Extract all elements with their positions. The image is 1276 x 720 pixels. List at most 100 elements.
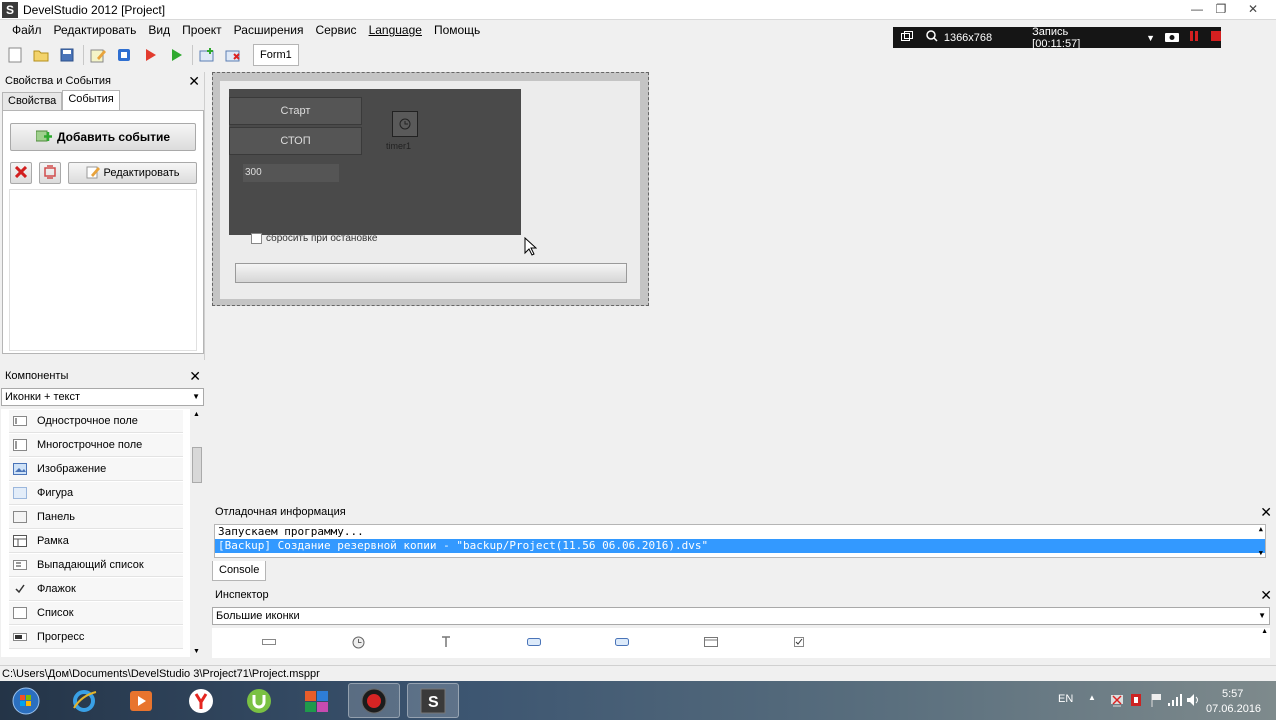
inspector-view-select[interactable]: Большие иконки ▼ — [212, 607, 1270, 625]
delete-event-button[interactable] — [10, 162, 32, 184]
scrollbar-thumb[interactable] — [192, 447, 202, 483]
debug-log[interactable]: Запускаем программу... [Backup] Создание… — [214, 524, 1266, 558]
stop-square-icon[interactable] — [114, 45, 134, 65]
scroll-down-icon[interactable]: ▼ — [1259, 549, 1263, 557]
tab-console[interactable]: Console — [212, 561, 267, 581]
form-client-area[interactable]: Старт СТОП 300 timer1 сбросить при остан… — [220, 81, 640, 299]
window-mode-icon[interactable] — [901, 31, 914, 44]
edit-form-icon[interactable] — [88, 45, 108, 65]
run-green-icon[interactable] — [166, 45, 186, 65]
components-view-select[interactable]: Иконки + текст ▼ — [1, 388, 204, 406]
component-item-listbox[interactable]: Список — [9, 602, 183, 625]
add-form-icon[interactable] — [197, 45, 217, 65]
antivirus-icon[interactable] — [1130, 693, 1142, 710]
component-item-image[interactable]: Изображение — [9, 458, 183, 481]
close-window-button[interactable]: ✕ — [1240, 0, 1266, 18]
media-player-icon[interactable] — [115, 683, 167, 718]
chevron-down-icon[interactable]: ▼ — [1146, 33, 1155, 43]
menu-service[interactable]: Сервис — [309, 20, 362, 40]
menu-edit[interactable]: Редактировать — [48, 20, 143, 40]
stop-record-icon[interactable] — [1211, 31, 1221, 44]
volume-icon[interactable] — [1186, 693, 1200, 710]
tab-form1[interactable]: Form1 — [253, 44, 299, 66]
camera-icon[interactable] — [1165, 31, 1179, 45]
edit-field-icon[interactable] — [262, 635, 276, 649]
pause-icon[interactable] — [1189, 31, 1199, 44]
events-list[interactable] — [9, 189, 197, 351]
close-icon[interactable]: ✕ — [189, 369, 201, 383]
scroll-down-icon[interactable]: ▼ — [193, 648, 200, 655]
ie-icon[interactable] — [58, 683, 110, 718]
refresh-event-button[interactable] — [39, 162, 61, 184]
clock-icon[interactable] — [351, 635, 365, 649]
component-item-frame[interactable]: Рамка — [9, 530, 183, 553]
component-item-edit[interactable]: Однострочное поле — [9, 410, 183, 433]
tab-properties[interactable]: Свойства — [2, 92, 63, 110]
menu-extensions[interactable]: Расширения — [228, 20, 310, 40]
clock-date[interactable]: 07.06.2016 — [1206, 703, 1261, 715]
recorder-icon[interactable] — [348, 683, 400, 718]
frame-icon[interactable] — [704, 635, 718, 649]
screen-recorder-bar: 1366x768 Запись [00:11:57] ▼ — [893, 26, 1221, 50]
new-file-icon[interactable] — [5, 45, 25, 65]
minimize-button[interactable]: — — [1184, 0, 1210, 18]
run-red-icon[interactable] — [140, 45, 160, 65]
timer-label: timer1 — [386, 141, 412, 151]
tray-expand-icon[interactable]: ▲ — [1088, 693, 1096, 702]
start-orb-icon[interactable] — [0, 683, 52, 718]
input-language[interactable]: EN — [1058, 693, 1073, 705]
menu-help[interactable]: Помощь — [428, 20, 486, 40]
component-item-progress[interactable]: Прогресс — [9, 626, 183, 649]
open-folder-icon[interactable] — [31, 45, 51, 65]
develstudio-icon[interactable]: S — [407, 683, 459, 718]
properties-events-panel: Свойства и События ✕ Свойства События До… — [0, 72, 205, 360]
flag-icon[interactable] — [1150, 693, 1162, 710]
menu-language[interactable]: Language — [363, 20, 428, 40]
add-event-button[interactable]: Добавить событие — [10, 123, 196, 151]
yandex-icon[interactable] — [175, 683, 227, 718]
close-icon[interactable]: ✕ — [1260, 588, 1272, 602]
save-icon[interactable] — [57, 45, 77, 65]
system-tray: EN ▲ 5:57 07.06.2016 — [1050, 681, 1276, 720]
edit-event-button[interactable]: Редактировать — [68, 162, 197, 184]
utorrent-icon[interactable] — [233, 683, 285, 718]
clock-time[interactable]: 5:57 — [1222, 688, 1243, 700]
component-item-checkbox[interactable]: Флажок — [9, 578, 183, 601]
scroll-up-icon[interactable]: ▲ — [1259, 525, 1263, 533]
text-label-icon[interactable] — [439, 635, 453, 649]
checkbox-box[interactable] — [251, 233, 262, 244]
office-icon[interactable] — [291, 683, 343, 718]
menu-project[interactable]: Проект — [176, 20, 228, 40]
interval-input[interactable]: 300 — [243, 164, 339, 182]
component-item-shape[interactable]: Фигура — [9, 482, 183, 505]
magnifier-icon[interactable] — [926, 30, 938, 45]
tab-events[interactable]: События — [62, 90, 120, 110]
component-item-combobox[interactable]: Выпадающий список — [9, 554, 183, 577]
reset-checkbox[interactable]: сбросить при остановке — [251, 233, 377, 244]
dark-panel[interactable]: Старт СТОП 300 timer1 — [229, 89, 521, 235]
close-icon[interactable]: ✕ — [1260, 505, 1272, 519]
delete-form-icon[interactable] — [223, 45, 243, 65]
checkbox-icon[interactable] — [792, 635, 806, 649]
scroll-up-icon[interactable]: ▲ — [193, 411, 200, 418]
start-button[interactable]: Старт — [229, 97, 362, 125]
network-icon[interactable] — [1110, 693, 1124, 710]
combobox-icon — [13, 559, 27, 571]
form-designer-frame[interactable]: Старт СТОП 300 timer1 сбросить при остан… — [212, 72, 649, 306]
scroll-up-icon[interactable]: ▲ — [1261, 628, 1268, 635]
signal-icon[interactable] — [1168, 694, 1182, 709]
close-icon[interactable]: ✕ — [188, 74, 200, 88]
component-item-memo[interactable]: Многострочное поле — [9, 434, 183, 457]
button-icon[interactable] — [615, 635, 629, 649]
log-line[interactable]: Запускаем программу... — [215, 525, 1265, 539]
timer-component[interactable] — [392, 111, 418, 137]
log-line-selected[interactable]: [Backup] Создание резервной копии - "bac… — [215, 539, 1265, 553]
maximize-button[interactable]: ❐ — [1208, 0, 1234, 18]
button-icon[interactable] — [527, 635, 541, 649]
menu-view[interactable]: Вид — [142, 20, 176, 40]
component-item-panel[interactable]: Панель — [9, 506, 183, 529]
stop-button[interactable]: СТОП — [229, 127, 362, 155]
progress-bar[interactable] — [235, 263, 627, 283]
components-scrollbar[interactable]: ▲ ▼ — [190, 409, 204, 657]
menu-file[interactable]: Файл — [6, 20, 48, 40]
